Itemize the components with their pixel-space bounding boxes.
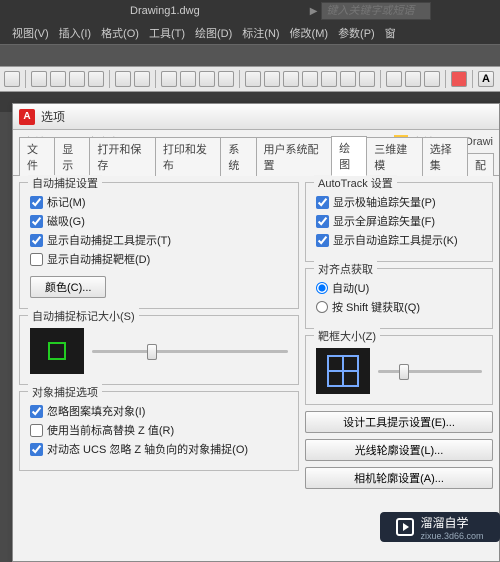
tool-icon[interactable] [245, 71, 261, 87]
group-title: 对齐点获取 [314, 261, 377, 277]
ribbon-tabstrip [0, 44, 500, 66]
menu-parametric[interactable]: 参数(P) [338, 25, 375, 41]
align-point-group: 对齐点获取 自动(U) 按 Shift 键获取(Q) [305, 268, 493, 329]
cut-icon[interactable] [31, 71, 47, 87]
chk-ignore-hatch[interactable]: 忽略图案填充对象(I) [30, 403, 288, 419]
tab-display[interactable]: 显示 [54, 137, 90, 176]
current-drawing-value: Drawi [465, 136, 493, 148]
chk-replace-z[interactable]: 使用当前标高替换 Z 值(R) [30, 422, 288, 438]
group-title: 自动捕捉标记大小(S) [28, 308, 139, 324]
group-title: 对象捕捉选项 [28, 384, 102, 400]
match-icon[interactable] [88, 71, 104, 87]
menu-insert[interactable]: 插入(I) [59, 25, 91, 41]
separator [239, 70, 240, 88]
tab-open-save[interactable]: 打开和保存 [89, 137, 155, 176]
menu-format[interactable]: 格式(O) [101, 25, 139, 41]
paste-icon[interactable] [69, 71, 85, 87]
tab-user-pref[interactable]: 用户系统配置 [256, 137, 333, 176]
search-input[interactable] [321, 2, 431, 20]
separator [25, 70, 26, 88]
group-title: 靶框大小(Z) [314, 328, 380, 344]
dialog-titlebar: A 选项 [13, 104, 499, 130]
separator [380, 70, 381, 88]
tool-icon[interactable] [424, 71, 440, 87]
chk-polar-vec[interactable]: 显示极轴追踪矢量(P) [316, 194, 482, 210]
radio-auto[interactable]: 自动(U) [316, 280, 482, 296]
camera-glyph-button[interactable]: 相机轮廓设置(A)... [305, 467, 493, 489]
redo-icon[interactable] [134, 71, 150, 87]
dialog-title: 选项 [41, 108, 65, 125]
watermark: 溜溜自学 zixue.3d66.com [380, 512, 500, 542]
menu-tools[interactable]: 工具(T) [149, 25, 185, 41]
tool-icon[interactable] [283, 71, 299, 87]
menu-draw[interactable]: 绘图(D) [195, 25, 232, 41]
zoom-ext-icon[interactable] [199, 71, 215, 87]
chk-aperture[interactable]: 显示自动捕捉靶框(D) [30, 251, 288, 267]
aperture-size-group: 靶框大小(Z) [305, 335, 493, 405]
app-logo-icon: A [19, 109, 35, 125]
menubar: 视图(V) 插入(I) 格式(O) 工具(T) 绘图(D) 标注(N) 修改(M… [0, 22, 500, 44]
watermark-brand: 溜溜自学 [420, 516, 468, 530]
menu-view[interactable]: 视图(V) [12, 25, 49, 41]
group-title: AutoTrack 设置 [314, 175, 397, 191]
zoom-win-icon[interactable] [218, 71, 234, 87]
separator [472, 70, 473, 88]
text-icon[interactable]: A [478, 71, 494, 87]
tab-selection[interactable]: 选择集 [422, 137, 468, 176]
chk-magnet[interactable]: 磁吸(G) [30, 213, 288, 229]
light-glyph-button[interactable]: 光线轮廓设置(L)... [305, 439, 493, 461]
tool-icon[interactable] [451, 71, 467, 87]
chk-ignore-neg-z[interactable]: 对动态 UCS 忽略 Z 轴负向的对象捕捉(O) [30, 441, 288, 457]
marker-size-slider[interactable] [92, 350, 288, 353]
tool-icon[interactable] [321, 71, 337, 87]
tool-icon[interactable] [340, 71, 356, 87]
app-titlebar: Drawing1.dwg ▶ [0, 0, 500, 22]
separator [109, 70, 110, 88]
options-dialog: A 选项 当前配置: 《未命名配置》 当前图形: Drawi 文件 显示 打开和… [12, 103, 500, 562]
colors-button[interactable]: 颜色(C)... [30, 276, 106, 298]
marker-size-group: 自动捕捉标记大小(S) [19, 315, 299, 385]
menu-window[interactable]: 窗 [385, 25, 396, 41]
menu-modify[interactable]: 修改(M) [290, 25, 329, 41]
tab-drafting[interactable]: 绘图 [331, 136, 367, 176]
chk-fullscreen-vec[interactable]: 显示全屏追踪矢量(F) [316, 213, 482, 229]
aperture-size-slider[interactable] [378, 370, 482, 373]
tool-icon[interactable] [264, 71, 280, 87]
tab-plot[interactable]: 打印和发布 [155, 137, 221, 176]
options-tabs: 文件 显示 打开和保存 打印和发布 系统 用户系统配置 绘图 三维建模 选择集 … [13, 154, 499, 176]
tool-icon[interactable] [4, 71, 20, 87]
play-icon [396, 518, 414, 536]
radio-shift[interactable]: 按 Shift 键获取(Q) [316, 299, 482, 315]
tab-file[interactable]: 文件 [19, 137, 55, 176]
chk-marker[interactable]: 标记(M) [30, 194, 288, 210]
menu-dimension[interactable]: 标注(N) [242, 25, 279, 41]
copy-icon[interactable] [50, 71, 66, 87]
document-name: Drawing1.dwg [130, 5, 200, 17]
pan-icon[interactable] [161, 71, 177, 87]
tool-icon[interactable] [359, 71, 375, 87]
toolbar: A [0, 66, 500, 92]
tool-icon[interactable] [302, 71, 318, 87]
autotrack-group: AutoTrack 设置 显示极轴追踪矢量(P) 显示全屏追踪矢量(F) 显示自… [305, 182, 493, 262]
separator [445, 70, 446, 88]
aperture-preview [316, 348, 370, 394]
tab-3d[interactable]: 三维建模 [366, 137, 422, 176]
undo-icon[interactable] [115, 71, 131, 87]
tab-system[interactable]: 系统 [220, 137, 256, 176]
tool-icon[interactable] [405, 71, 421, 87]
separator [155, 70, 156, 88]
chk-track-tooltip[interactable]: 显示自动追踪工具提示(K) [316, 232, 482, 248]
tool-icon[interactable] [386, 71, 402, 87]
dialog-body: 自动捕捉设置 标记(M) 磁吸(G) 显示自动捕捉工具提示(T) 显示自动捕捉靶… [13, 176, 499, 554]
autosnap-group: 自动捕捉设置 标记(M) 磁吸(G) 显示自动捕捉工具提示(T) 显示自动捕捉靶… [19, 182, 299, 309]
osnap-options-group: 对象捕捉选项 忽略图案填充对象(I) 使用当前标高替换 Z 值(R) 对动态 U… [19, 391, 299, 471]
watermark-sub: zixue.3d66.com [420, 531, 483, 541]
arrow-icon: ▶ [310, 6, 318, 17]
design-tooltip-button[interactable]: 设计工具提示设置(E)... [305, 411, 493, 433]
marker-preview [30, 328, 84, 374]
group-title: 自动捕捉设置 [28, 175, 102, 191]
chk-tooltip[interactable]: 显示自动捕捉工具提示(T) [30, 232, 288, 248]
zoom-icon[interactable] [180, 71, 196, 87]
tab-profiles[interactable]: 配 [467, 153, 494, 176]
